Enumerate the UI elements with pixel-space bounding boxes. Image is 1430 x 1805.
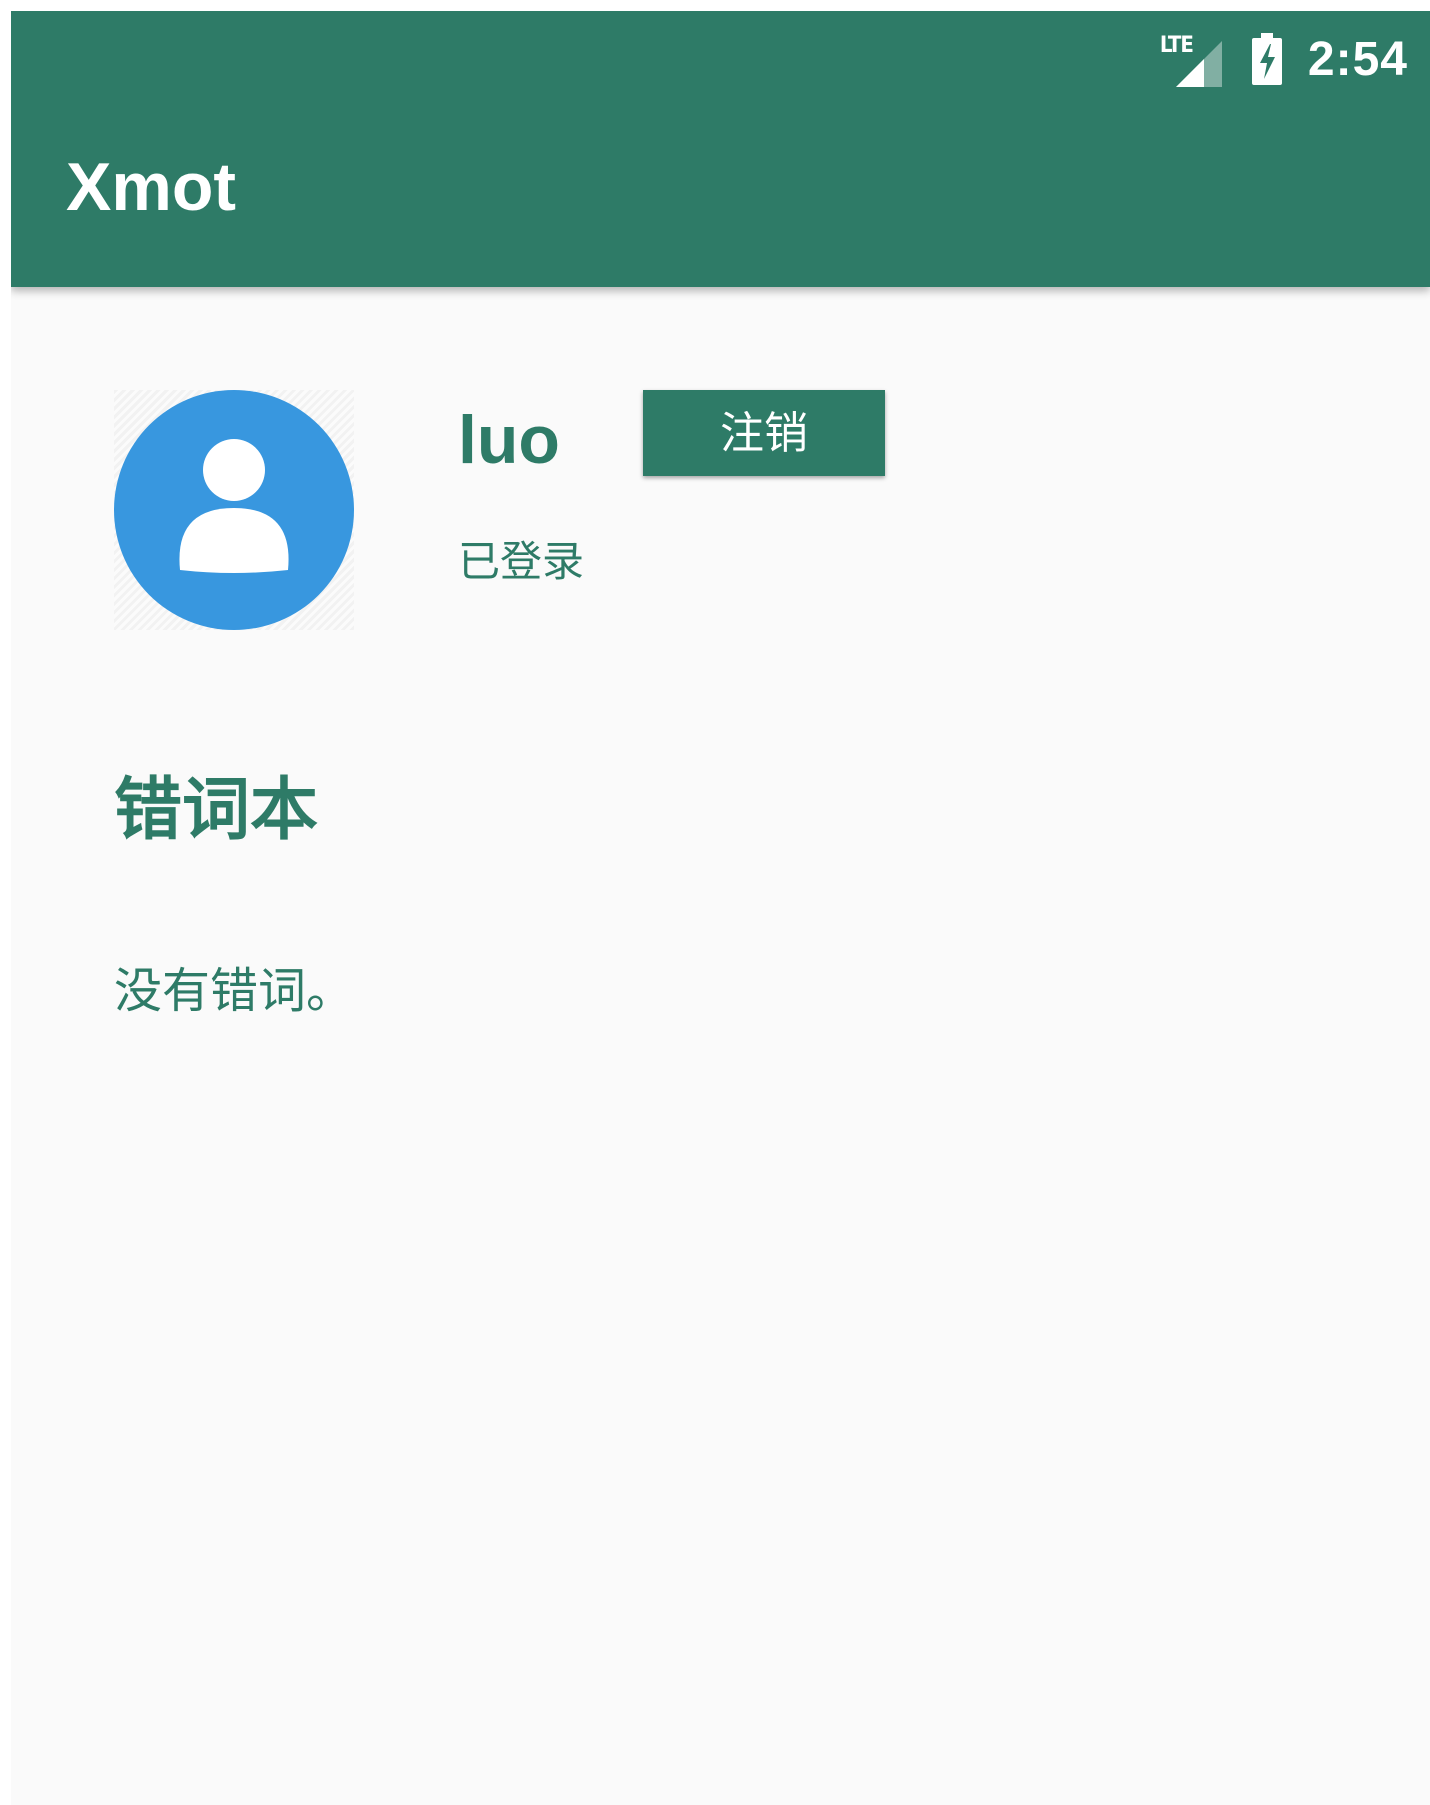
user-avatar (114, 390, 354, 630)
lte-signal-icon: LTE (1160, 31, 1224, 87)
username: luo (458, 402, 560, 478)
wrong-words-empty-message: 没有错词。 (114, 963, 355, 1019)
app-screen: LTE 2:54 Xmot luo 注销 已登录 错词本 没有错词。 (11, 11, 1430, 1805)
login-status: 已登录 (458, 537, 585, 586)
logout-button[interactable]: 注销 (643, 390, 885, 476)
status-bar: LTE 2:54 (11, 11, 1430, 107)
app-title: Xmot (66, 149, 236, 225)
app-bar: LTE 2:54 Xmot (11, 11, 1430, 287)
status-time: 2:54 (1307, 32, 1408, 86)
battery-charging-icon (1251, 33, 1282, 85)
wrong-words-title: 错词本 (114, 771, 319, 850)
status-icons: LTE 2:54 (1160, 23, 1408, 95)
network-type-label: LTE (1159, 33, 1194, 58)
default-user-avatar-icon (114, 390, 354, 630)
